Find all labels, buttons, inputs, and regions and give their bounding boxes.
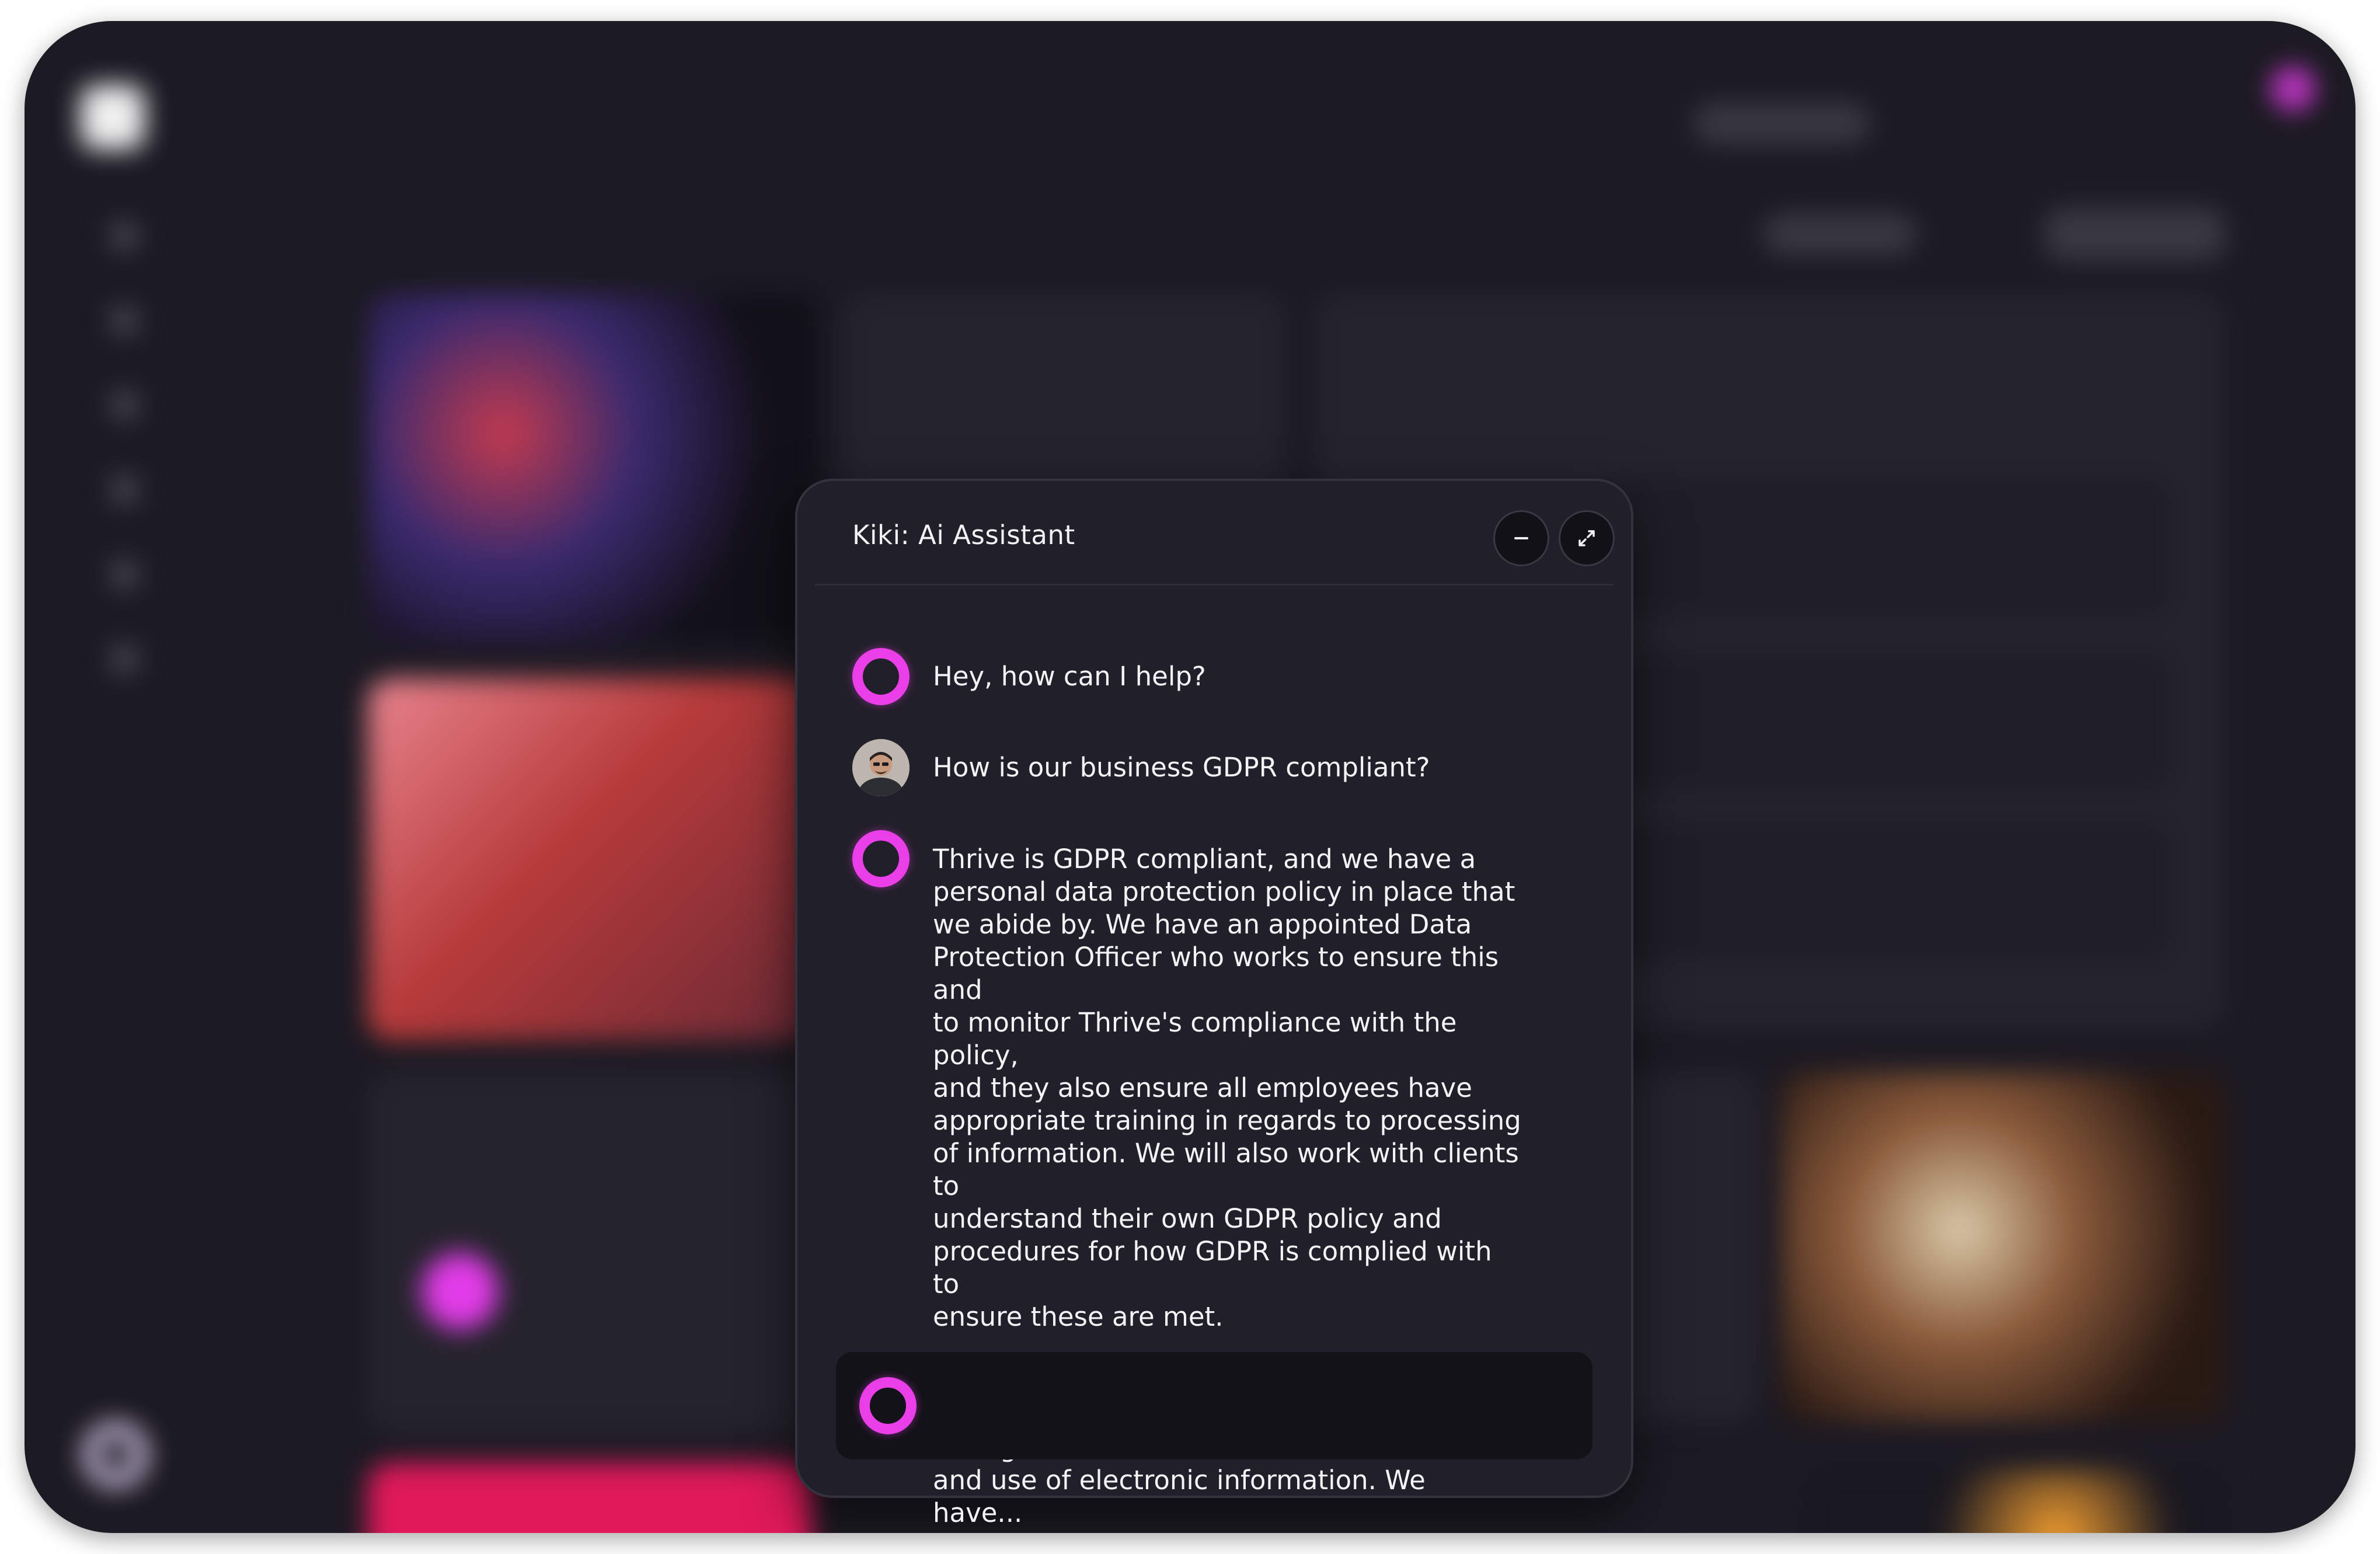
sidebar-icon: [111, 307, 138, 334]
sidebar-icon: [111, 561, 138, 588]
user-avatar: [852, 739, 910, 796]
accent-blob: [421, 1253, 499, 1330]
chat-input[interactable]: [935, 1375, 1569, 1437]
chat-message-assistant: Hey, how can I help?: [852, 648, 1584, 705]
promo-card: [1805, 1469, 2225, 1533]
expand-button[interactable]: [1559, 510, 1615, 566]
app-logo: [81, 85, 145, 149]
kiki-ring-icon: [852, 648, 910, 705]
header-divider: [815, 584, 1614, 586]
toolbar-pill: [1764, 214, 1916, 255]
portrait-card-image: [368, 678, 811, 1040]
notification-dot: [2272, 68, 2314, 110]
promo-card: [368, 1463, 811, 1533]
message-text: How is our business GDPR compliant?: [933, 752, 1430, 783]
chat-message-user: How is our business GDPR compliant?: [852, 739, 1584, 796]
list-row: [1601, 651, 2173, 792]
feature-card-image: [368, 293, 820, 643]
list-row: [1601, 821, 2173, 961]
app-window: Kiki: Ai Assistant Hey, how can I help?: [25, 21, 2355, 1533]
sidebar-icon: [111, 476, 138, 503]
expand-arrows-icon: [1578, 530, 1595, 546]
modal-title: Kiki: Ai Assistant: [852, 520, 1075, 550]
profile-avatar: [83, 1422, 148, 1487]
kiki-ring-icon: [852, 830, 910, 887]
dashboard-card: [368, 1072, 811, 1434]
sidebar-icon: [111, 392, 138, 419]
ai-assistant-modal: Kiki: Ai Assistant Hey, how can I help?: [795, 479, 1633, 1528]
minimize-button[interactable]: [1493, 510, 1549, 566]
message-text: Hey, how can I help?: [933, 661, 1206, 692]
food-card-image: [1782, 1072, 2225, 1422]
chat-input-bar: [836, 1352, 1593, 1459]
modal-header: Kiki: Ai Assistant: [797, 481, 1631, 586]
minus-icon: [1514, 537, 1528, 539]
toolbar-button: [2044, 208, 2225, 260]
search-bar: [1694, 103, 1869, 144]
list-row: [1601, 476, 2173, 616]
kiki-ring-icon: [859, 1377, 917, 1434]
sidebar-icon: [111, 222, 138, 249]
sidebar-icon: [111, 646, 138, 673]
